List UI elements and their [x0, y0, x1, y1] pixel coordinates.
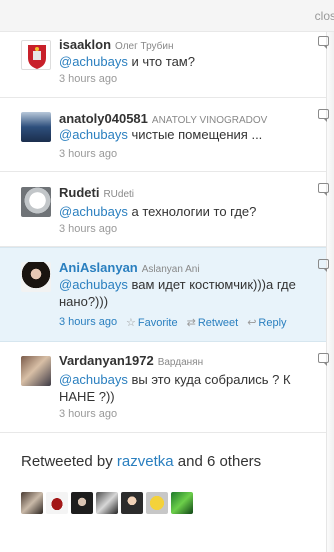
- close-link[interactable]: clos: [315, 9, 334, 23]
- timestamp[interactable]: 3 hours ago: [59, 223, 117, 235]
- username-text[interactable]: isaaklon: [59, 37, 111, 52]
- full-name: Олег Трубин: [115, 41, 174, 52]
- retweeter-avatar[interactable]: [146, 492, 168, 514]
- avatar[interactable]: [21, 262, 51, 292]
- retweeter-avatar[interactable]: [21, 492, 43, 514]
- mention-link[interactable]: @achubays: [59, 204, 128, 219]
- tweet-actions: ☆ Favorite ⇄ Retweet ↩ Reply: [126, 316, 296, 329]
- username-text[interactable]: AniAslanyan: [59, 260, 138, 275]
- mention-link[interactable]: @achubays: [59, 54, 128, 69]
- reply-icon[interactable]: [318, 259, 329, 272]
- tweet-text: @achubays а технологии то где?: [59, 203, 329, 220]
- star-icon: ☆: [126, 317, 136, 329]
- mention-link[interactable]: @achubays: [59, 127, 128, 142]
- retweet-label[interactable]: Retweet: [198, 317, 238, 329]
- favorite-action[interactable]: ☆ Favorite: [126, 317, 178, 329]
- retweet-action[interactable]: ⇄ Retweet: [187, 317, 239, 329]
- tweet-username[interactable]: anatoly040581 ANATOLY VINOGRADOV: [59, 111, 267, 126]
- full-name: Варданян: [157, 357, 204, 368]
- tweet-text: @achubays вы это куда собрались ? К НАНЕ…: [59, 371, 329, 405]
- reply-icon[interactable]: [318, 36, 329, 49]
- tweet-body: и что там?: [127, 54, 195, 69]
- tweet-item[interactable]: Rudeti RUdeti @achubays а технологии то г…: [0, 172, 329, 247]
- username-text[interactable]: Vardanyan1972: [59, 353, 154, 368]
- retweeter-link[interactable]: razvetka: [117, 453, 174, 470]
- timestamp[interactable]: 3 hours ago: [59, 148, 117, 160]
- retweeter-avatar[interactable]: [71, 492, 93, 514]
- retweeter-avatars: [21, 492, 193, 514]
- retweeted-prefix: Retweeted by: [21, 453, 117, 470]
- tweet-text: @achubays чистые помещения ...: [59, 126, 329, 143]
- avatar[interactable]: [21, 40, 51, 70]
- avatar[interactable]: [21, 356, 51, 386]
- favorite-label[interactable]: Favorite: [138, 317, 178, 329]
- reply-icon[interactable]: [318, 353, 329, 366]
- timestamp[interactable]: 3 hours ago: [59, 73, 117, 85]
- retweeter-avatar[interactable]: [171, 492, 193, 514]
- reply-action[interactable]: ↩ Reply: [247, 317, 286, 329]
- retweeter-avatar[interactable]: [46, 492, 68, 514]
- tweet-item[interactable]: isaaklon Олег Трубин @achubays и что там?…: [0, 32, 329, 98]
- reply-icon[interactable]: [318, 183, 329, 196]
- tweet-username[interactable]: isaaklon Олег Трубин: [59, 37, 173, 52]
- tweet-username[interactable]: Vardanyan1972 Варданян: [59, 353, 203, 368]
- tweet-text: @achubays вам идет костюмчик)))а где нан…: [59, 276, 309, 310]
- username-text[interactable]: anatoly040581: [59, 111, 148, 126]
- reply-arrow-icon: ↩: [247, 317, 257, 329]
- tweet-item[interactable]: Vardanyan1972 Варданян @achubays вы это к…: [0, 342, 329, 433]
- full-name: ANATOLY VINOGRADOV: [151, 115, 268, 126]
- mention-link[interactable]: @achubays: [59, 277, 128, 292]
- avatar[interactable]: [21, 187, 51, 217]
- tweet-body: чистые помещения ...: [127, 127, 263, 142]
- full-name: Aslanyan Ani: [141, 264, 200, 275]
- tweet-username[interactable]: Rudeti RUdeti: [59, 185, 134, 200]
- retweeter-avatar[interactable]: [121, 492, 143, 514]
- tweet-item-selected[interactable]: AniAslanyan Aslanyan Ani @achubays вам ид…: [0, 247, 329, 342]
- retweet-icon: ⇄: [186, 317, 196, 329]
- coat-of-arms-icon: [28, 45, 46, 69]
- retweeted-by: Retweeted by razvetka and 6 others: [21, 453, 261, 470]
- tweet-item[interactable]: anatoly040581 ANATOLY VINOGRADOV @achubay…: [0, 98, 329, 172]
- full-name: RUdeti: [103, 189, 135, 200]
- retweeted-suffix[interactable]: and 6 others: [174, 453, 261, 470]
- username-text[interactable]: Rudeti: [59, 185, 99, 200]
- reply-icon[interactable]: [318, 109, 329, 122]
- retweeter-avatar[interactable]: [96, 492, 118, 514]
- tweet-username[interactable]: AniAslanyan Aslanyan Ani: [59, 260, 200, 275]
- mention-link[interactable]: @achubays: [59, 372, 128, 387]
- timestamp[interactable]: 3 hours ago: [59, 408, 117, 420]
- timestamp[interactable]: 3 hours ago: [59, 316, 117, 328]
- reply-label[interactable]: Reply: [258, 317, 286, 329]
- avatar[interactable]: [21, 112, 51, 142]
- tweet-body: а технологии то где?: [127, 204, 257, 219]
- top-bar: clos: [0, 0, 334, 32]
- tweet-text: @achubays и что там?: [59, 53, 329, 70]
